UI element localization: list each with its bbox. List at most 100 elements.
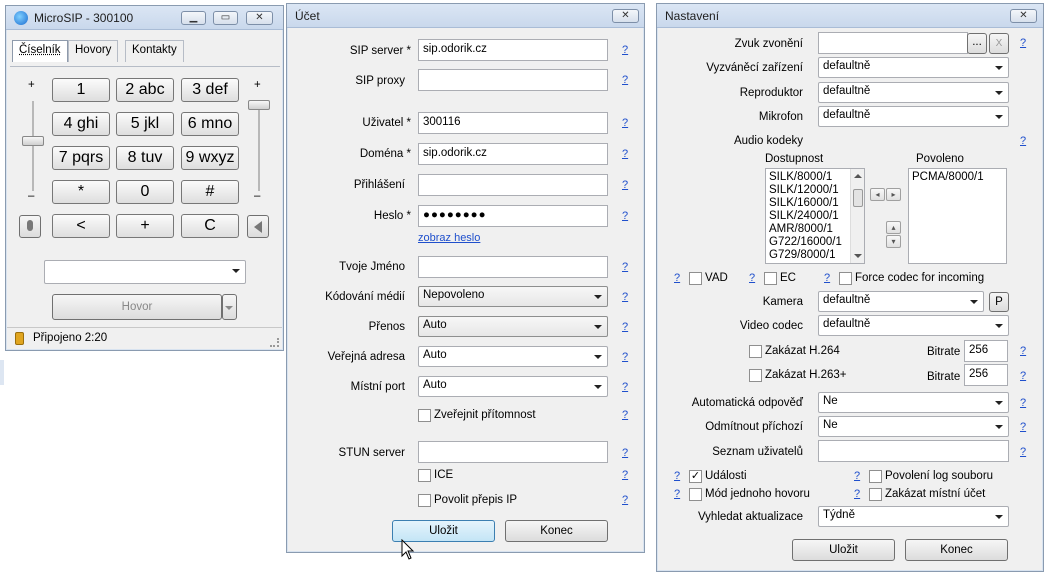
clear-button[interactable]: X xyxy=(989,33,1009,54)
single-call-checkbox[interactable] xyxy=(689,488,702,501)
video-codec-select[interactable]: defaultně xyxy=(818,315,1009,336)
bitrate1-input[interactable]: 256 xyxy=(964,340,1008,362)
allow-ip-rewrite-help[interactable]: ? xyxy=(622,494,628,506)
list-item[interactable]: SILK/8000/1 xyxy=(769,171,861,184)
force-codec-checkbox[interactable] xyxy=(839,272,852,285)
account-close-button[interactable]: ✕ xyxy=(612,9,639,23)
login-input[interactable] xyxy=(418,174,608,196)
media-encryption-select[interactable]: Nepovoleno xyxy=(418,286,608,307)
sip-proxy-help[interactable]: ? xyxy=(622,74,628,86)
single-call-help[interactable]: ? xyxy=(674,488,680,500)
disable-local-checkbox[interactable] xyxy=(869,488,882,501)
mic-mute-button[interactable] xyxy=(19,215,41,238)
list-item[interactable]: SILK/12000/1 xyxy=(769,184,861,197)
bitrate1-help[interactable]: ? xyxy=(1020,345,1026,357)
vad-checkbox[interactable] xyxy=(689,272,702,285)
close-button[interactable]: ✕ xyxy=(246,11,273,25)
key-0[interactable]: 0 xyxy=(116,180,174,204)
settings-end-button[interactable]: Konec xyxy=(905,539,1008,561)
stun-help[interactable]: ? xyxy=(622,447,628,459)
key-plus[interactable]: + xyxy=(116,214,174,238)
browse-button[interactable]: ... xyxy=(967,33,987,54)
settings-close-button[interactable]: ✕ xyxy=(1010,9,1037,23)
call-button[interactable]: Hovor xyxy=(52,294,222,320)
camera-preview-button[interactable]: P xyxy=(989,292,1009,312)
vad-help[interactable]: ? xyxy=(674,272,680,284)
public-address-select[interactable]: Auto xyxy=(418,346,608,367)
mic-volume-thumb[interactable] xyxy=(22,136,44,146)
tab-dialpad[interactable]: Číselník xyxy=(12,40,68,62)
ice-checkbox[interactable] xyxy=(418,469,431,482)
media-encryption-help[interactable]: ? xyxy=(622,291,628,303)
mic-select[interactable]: defaultně xyxy=(818,106,1009,127)
bitrate2-input[interactable]: 256 xyxy=(964,364,1008,386)
list-item[interactable]: G729/8000/1 xyxy=(769,249,861,262)
log-file-help[interactable]: ? xyxy=(854,470,860,482)
domain-input[interactable]: sip.odorik.cz xyxy=(418,143,608,165)
move-down-button[interactable]: ▾ xyxy=(886,235,901,248)
auto-answer-select[interactable]: Ne xyxy=(818,392,1009,413)
scroll-up-icon[interactable] xyxy=(854,174,862,178)
key-7[interactable]: 7 pqrs xyxy=(52,146,110,170)
speaker-volume-slider[interactable] xyxy=(258,101,260,191)
account-end-button[interactable]: Konec xyxy=(505,520,608,542)
disable-h264-checkbox[interactable] xyxy=(749,345,762,358)
sip-server-input[interactable]: sip.odorik.cz xyxy=(418,39,608,61)
available-codecs-list[interactable]: SILK/8000/1 SILK/12000/1 SILK/16000/1 SI… xyxy=(765,168,865,264)
camera-select[interactable]: defaultně xyxy=(818,291,984,312)
stun-input[interactable] xyxy=(418,441,608,463)
display-name-input[interactable] xyxy=(418,256,608,278)
minimize-button[interactable]: ▁ xyxy=(181,11,206,25)
codecs-scrollbar[interactable] xyxy=(850,169,864,263)
transport-select[interactable]: Auto xyxy=(418,316,608,337)
bitrate2-help[interactable]: ? xyxy=(1020,370,1026,382)
check-updates-select[interactable]: Týdně xyxy=(818,506,1009,527)
settings-save-button[interactable]: Uložit xyxy=(792,539,895,561)
user-list-help[interactable]: ? xyxy=(1020,446,1026,458)
move-up-button[interactable]: ▴ xyxy=(886,221,901,234)
key-9[interactable]: 9 wxyz xyxy=(181,146,239,170)
domain-help[interactable]: ? xyxy=(622,148,628,160)
reject-incoming-select[interactable]: Ne xyxy=(818,416,1009,437)
allowed-codecs-list[interactable]: PCMA/8000/1 xyxy=(908,168,1007,264)
ring-device-select[interactable]: defaultně xyxy=(818,57,1009,78)
auto-answer-help[interactable]: ? xyxy=(1020,397,1026,409)
ring-sound-help[interactable]: ? xyxy=(1020,37,1026,49)
list-item[interactable]: AMR/8000/1 xyxy=(769,223,861,236)
key-star[interactable]: * xyxy=(52,180,110,204)
password-input[interactable]: ●●●●●●●● xyxy=(418,205,608,227)
tab-contacts[interactable]: Kontakty xyxy=(125,40,184,62)
audio-codecs-help[interactable]: ? xyxy=(1020,135,1026,147)
speaker-mute-button[interactable] xyxy=(247,215,269,238)
call-options-button[interactable] xyxy=(222,294,237,320)
resize-grip-icon[interactable] xyxy=(270,338,279,347)
maximize-button[interactable]: ▭ xyxy=(213,11,238,25)
scroll-down-icon[interactable] xyxy=(854,254,862,258)
transport-help[interactable]: ? xyxy=(622,321,628,333)
scroll-thumb[interactable] xyxy=(853,189,863,207)
key-clear[interactable]: C xyxy=(181,214,239,238)
ec-checkbox[interactable] xyxy=(764,272,777,285)
key-3[interactable]: 3 def xyxy=(181,78,239,102)
key-5[interactable]: 5 jkl xyxy=(116,112,174,136)
user-help[interactable]: ? xyxy=(622,117,628,129)
key-1[interactable]: 1 xyxy=(52,78,110,102)
key-6[interactable]: 6 mno xyxy=(181,112,239,136)
password-help[interactable]: ? xyxy=(622,210,628,222)
ec-help[interactable]: ? xyxy=(749,272,755,284)
show-password-link[interactable]: zobraz heslo xyxy=(418,232,480,244)
mic-volume-slider[interactable] xyxy=(32,101,34,191)
allow-ip-rewrite-checkbox[interactable] xyxy=(418,494,431,507)
key-4[interactable]: 4 ghi xyxy=(52,112,110,136)
log-file-checkbox[interactable] xyxy=(869,470,882,483)
key-2[interactable]: 2 abc xyxy=(116,78,174,102)
disable-h263-checkbox[interactable] xyxy=(749,369,762,382)
login-help[interactable]: ? xyxy=(622,179,628,191)
list-item[interactable]: SILK/16000/1 xyxy=(769,197,861,210)
speaker-select[interactable]: defaultně xyxy=(818,82,1009,103)
list-item[interactable]: G722/16000/1 xyxy=(769,236,861,249)
speaker-volume-thumb[interactable] xyxy=(248,100,270,110)
local-port-select[interactable]: Auto xyxy=(418,376,608,397)
publish-presence-checkbox[interactable] xyxy=(418,409,431,422)
move-right-button[interactable]: ▸ xyxy=(886,188,901,201)
